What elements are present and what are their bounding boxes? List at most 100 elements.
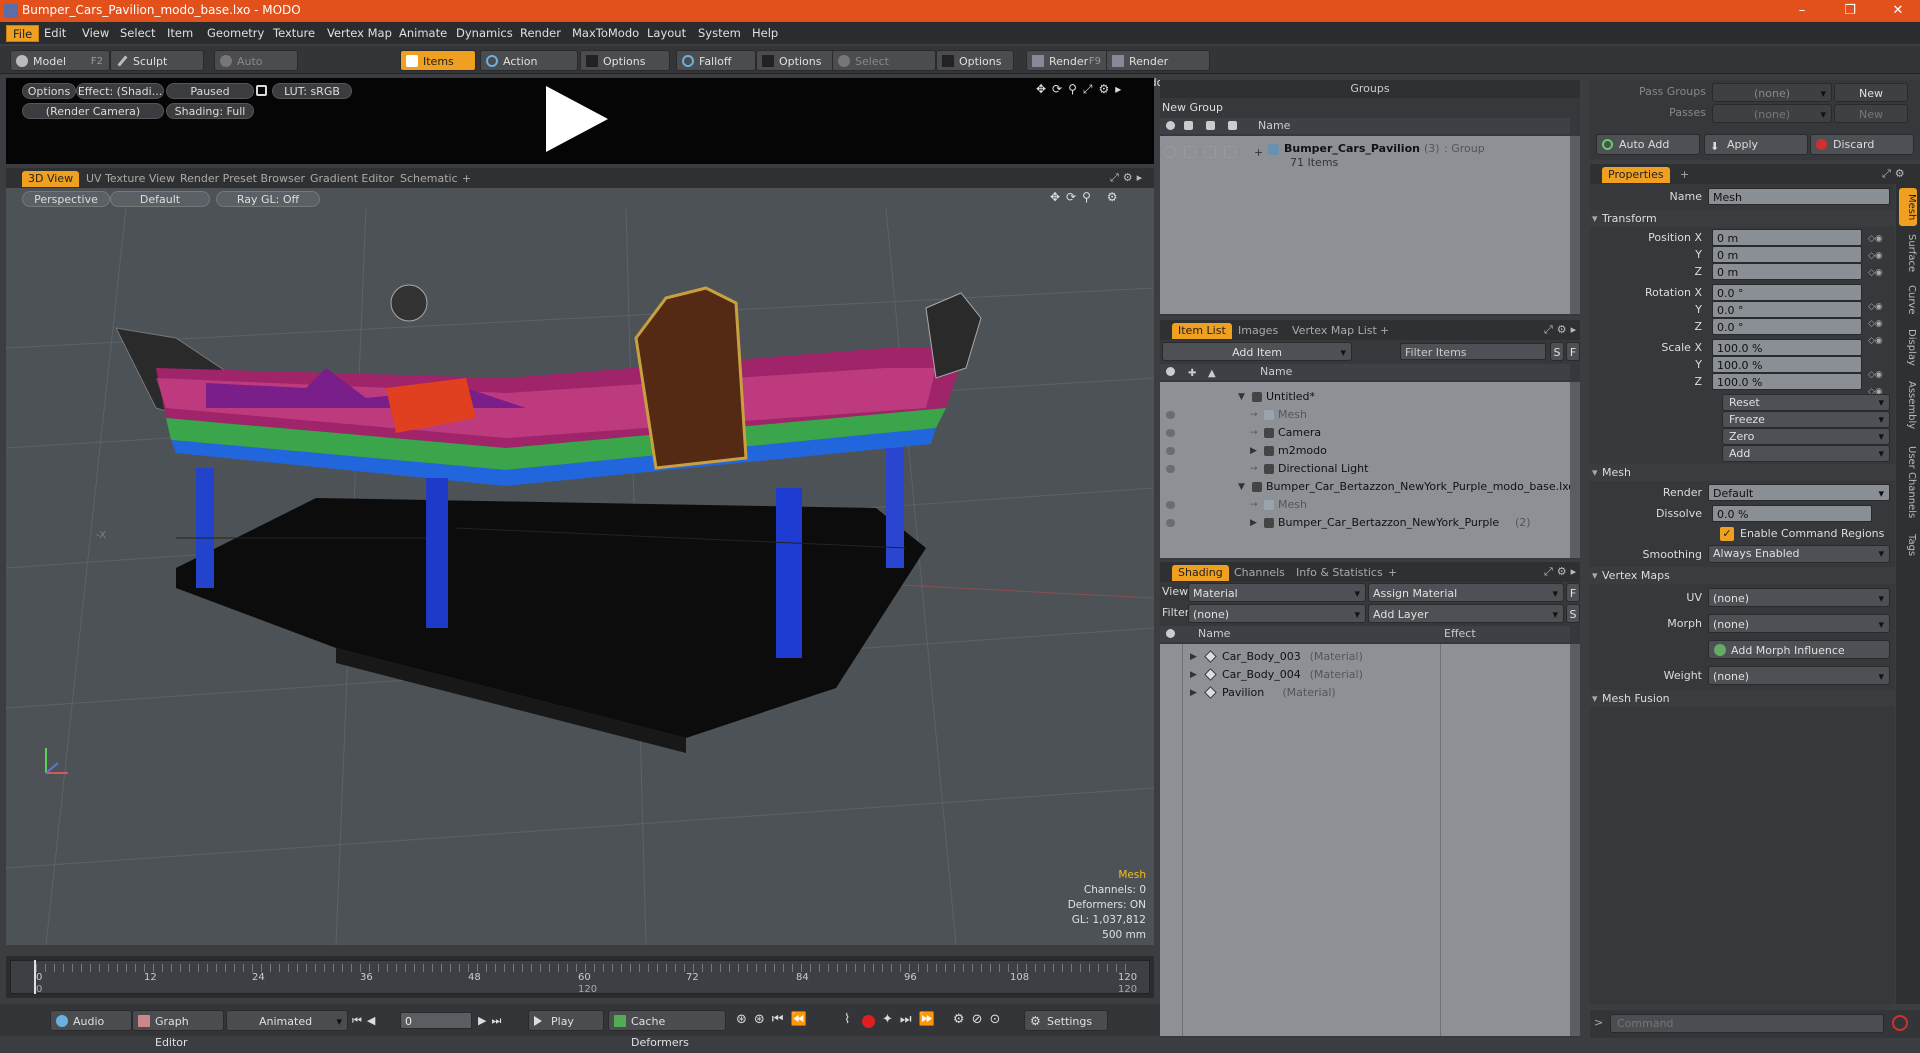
channel-key-icons[interactable]: ◇◉ ◇◉ ◇◉ ◇◉ ◇◉ ◇◉ ◇◉ ◇◉ — [1868, 231, 1888, 397]
viewport-nav-icons[interactable]: ✥⟳⚲ ⚙ — [1050, 190, 1123, 204]
filter-dropdown[interactable]: (none) — [1188, 604, 1366, 624]
rotation-y-field[interactable]: 0.0 ° — [1712, 301, 1862, 318]
tab-schematic[interactable]: Schematic — [394, 171, 464, 187]
new-pass-group-button[interactable]: New — [1834, 83, 1908, 102]
item-list-row[interactable]: → Camera — [1160, 424, 1570, 442]
add-tab-button[interactable]: + — [1674, 167, 1695, 183]
panel-options-icons[interactable]: ⤢⚙▸ — [1544, 323, 1580, 337]
expand-arrow-icon[interactable]: ▶ — [1250, 514, 1257, 532]
animated-dropdown[interactable]: Animated — [226, 1010, 348, 1032]
item-list-row[interactable]: → Mesh — [1160, 406, 1570, 424]
falloff-options-button[interactable]: Options — [756, 50, 836, 71]
sculpt-mode-button[interactable]: Sculpt — [110, 50, 204, 71]
uv-dropdown[interactable]: (none) — [1708, 588, 1890, 608]
expand-arrow-icon[interactable]: ▶ — [1190, 684, 1197, 702]
tab-uv-texture-view[interactable]: UV Texture View — [80, 171, 181, 187]
select-through-button[interactable]: Select Through — [832, 50, 936, 89]
morph-dropdown[interactable]: (none) — [1708, 614, 1890, 634]
expand-arrow-icon[interactable]: ▶ — [1250, 442, 1257, 460]
item-list-row[interactable]: → Mesh — [1160, 496, 1570, 514]
menu-render[interactable]: Render — [514, 25, 567, 42]
side-tab-display[interactable]: Display — [1899, 324, 1917, 370]
eye-icon[interactable] — [1166, 465, 1175, 473]
falloff-button[interactable]: Falloff — [676, 50, 756, 71]
render-toggle-icon[interactable] — [1204, 146, 1216, 158]
minimize-button[interactable]: – — [1782, 1, 1822, 21]
eye-icon[interactable] — [1166, 447, 1175, 455]
side-tab-user-channels[interactable]: User Channels — [1899, 440, 1917, 524]
eye-icon[interactable] — [1166, 501, 1175, 509]
settings-button[interactable]: ⚙ Settings — [1024, 1010, 1108, 1031]
freeze-dropdown[interactable]: Freeze — [1722, 411, 1890, 428]
perspective-dropdown[interactable]: Perspective — [22, 191, 110, 207]
menu-vertex-map[interactable]: Vertex Map — [321, 25, 398, 42]
panel-options-icons[interactable]: ⤢⚙▸ — [1544, 565, 1580, 579]
rotation-x-field[interactable]: 0.0 ° — [1712, 284, 1862, 301]
pass-groups-dropdown[interactable]: (none) — [1712, 83, 1832, 103]
collapse-arrow-icon[interactable]: ▼ — [1238, 388, 1245, 406]
weight-dropdown[interactable]: (none) — [1708, 666, 1890, 686]
scale-x-field[interactable]: 100.0 % — [1712, 339, 1862, 356]
command-history-icon[interactable] — [1892, 1015, 1908, 1031]
mesh-section[interactable]: Mesh — [1590, 464, 1895, 481]
filter-s-button[interactable]: S — [1550, 342, 1564, 361]
add-tab-button[interactable]: + — [1382, 565, 1403, 581]
tab-images[interactable]: Images — [1232, 323, 1284, 339]
side-tab-curve[interactable]: Curve — [1899, 282, 1917, 318]
items-mode-button[interactable]: Items — [400, 50, 476, 71]
scale-z-field[interactable]: 100.0 % — [1712, 373, 1862, 390]
play-render-icon[interactable] — [546, 86, 608, 152]
key-tool-icons-2[interactable]: ⌇ — [844, 1012, 857, 1027]
passes-dropdown[interactable]: (none) — [1712, 104, 1832, 124]
expand-arrow-icon[interactable]: ▶ — [1190, 666, 1197, 684]
shader-row[interactable]: ▶ Car_Body_003 (Material) — [1160, 648, 1570, 666]
preview-nav-icons[interactable]: ✥⟳⚲⤢⚙▸ — [1036, 82, 1127, 97]
select-through-options-button[interactable]: Options — [936, 50, 1014, 71]
tab-shading[interactable]: Shading — [1172, 565, 1229, 581]
side-tab-mesh[interactable]: Mesh — [1899, 188, 1917, 226]
render-camera-dropdown[interactable]: (Render Camera) — [22, 103, 164, 119]
add-item-dropdown[interactable]: Add Item — [1162, 342, 1352, 362]
item-list-scrollbar[interactable] — [1570, 382, 1580, 558]
step-forward-icons[interactable]: ▶⏭ — [478, 1014, 506, 1028]
menu-system[interactable]: System — [692, 25, 747, 42]
shading-dropdown[interactable]: Shading: Full — [166, 103, 254, 119]
new-group-button[interactable]: New Group — [1160, 100, 1580, 116]
preview-options-button[interactable]: Options — [22, 83, 76, 99]
reset-dropdown[interactable]: Reset — [1722, 394, 1890, 411]
select-toggle-icon[interactable] — [1224, 146, 1236, 158]
audio-button[interactable]: Audio — [50, 1010, 132, 1031]
3d-viewport[interactable]: Perspective Default Ray GL: Off ✥⟳⚲ ⚙ -X… — [6, 188, 1154, 945]
enable-command-regions-checkbox[interactable]: ✓ — [1720, 527, 1734, 541]
expand-arrow-icon[interactable]: ▶ — [1190, 648, 1197, 666]
shading-f-button[interactable]: F — [1566, 583, 1580, 602]
auto-select-button[interactable]: Auto Select — [214, 50, 298, 89]
apply-button[interactable]: ⬇ Apply — [1704, 134, 1808, 155]
add-morph-influence-button[interactable]: Add Morph Influence — [1708, 640, 1890, 659]
raygl-dropdown[interactable]: Ray GL: Off — [216, 191, 320, 207]
menu-texture[interactable]: Texture — [267, 25, 321, 42]
menu-file[interactable]: File — [6, 25, 40, 42]
item-list-row[interactable]: ▶ Bumper_Car_Bertazzon_NewYork_Purple (2) — [1160, 514, 1570, 532]
scale-y-field[interactable]: 100.0 % — [1712, 356, 1862, 373]
new-pass-button[interactable]: New — [1834, 104, 1908, 123]
zero-dropdown[interactable]: Zero — [1722, 428, 1890, 445]
discard-button[interactable]: Discard — [1810, 134, 1914, 155]
position-z-field[interactable]: 0 m — [1712, 263, 1862, 280]
play-button[interactable]: Play — [528, 1010, 604, 1031]
tab-info-statistics[interactable]: Info & Statistics — [1290, 565, 1389, 581]
add-tab-button[interactable]: + — [456, 171, 477, 187]
key-tool-icons[interactable]: ⊛⊛⏮⏪ — [736, 1012, 814, 1027]
add-tab-button[interactable]: + — [1374, 323, 1395, 339]
menu-item[interactable]: Item — [161, 25, 199, 42]
assign-material-dropdown[interactable]: Assign Material — [1368, 583, 1564, 603]
dissolve-field[interactable]: 0.0 % — [1712, 505, 1872, 522]
preview-paused-button[interactable]: Paused — [166, 83, 254, 99]
step-back-icons[interactable]: ⏮◀ — [352, 1014, 380, 1028]
add-layer-dropdown[interactable]: Add Layer — [1368, 604, 1564, 624]
expand-icon[interactable]: + — [1254, 146, 1263, 159]
auto-add-button[interactable]: Auto Add — [1596, 134, 1700, 155]
eye-icon[interactable] — [1166, 519, 1175, 527]
model-mode-button[interactable]: Model F2 — [10, 50, 110, 71]
menu-layout[interactable]: Layout — [641, 25, 692, 42]
